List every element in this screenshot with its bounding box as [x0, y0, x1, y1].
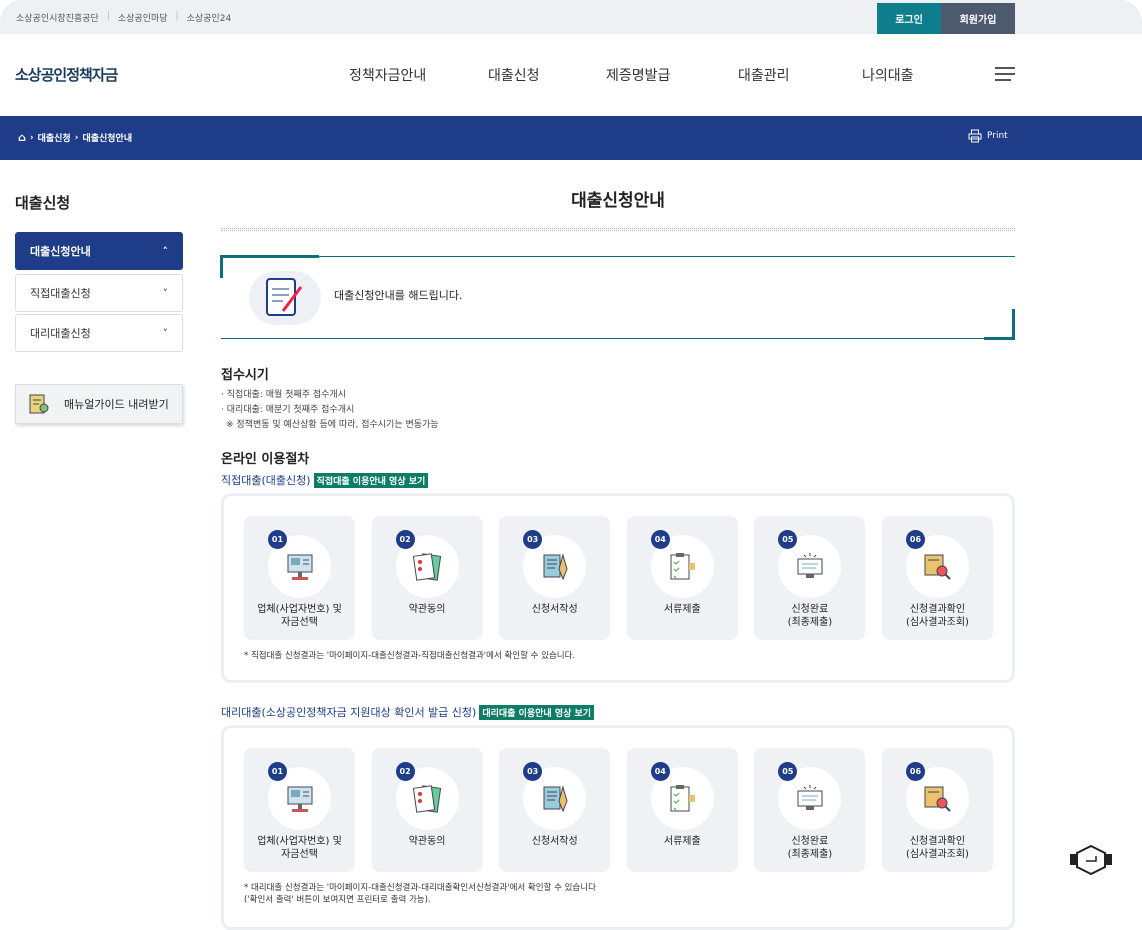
step-number: 01: [268, 530, 287, 549]
join-button[interactable]: 회원가입: [941, 3, 1015, 34]
nav-my-loan[interactable]: 나의대출: [862, 65, 914, 85]
step-label: 업체(사업자번호) 및 자금선택: [257, 604, 342, 628]
direct-steps-box: 01 업체(사업자번호) 및 자금선택 02 약관동의 03 신청서작성 04 서류제출 05 신…: [221, 493, 1015, 683]
link-sbiz24[interactable]: 소상공인24: [187, 11, 232, 24]
step-label: 신청결과확인 (심사결과조회): [905, 836, 969, 860]
step-label: 서류제출: [663, 604, 701, 615]
step-number: 04: [650, 530, 670, 549]
agent-steps-box: 01 업체(사업자번호) 및 자금선택 02 약관동의 03 신청서작성 04 서류제출 05 신…: [221, 725, 1015, 930]
sidebar-item-direct[interactable]: 직접대출신청 ˅: [15, 274, 183, 312]
nav-policy-fund[interactable]: 정책자금안내: [349, 65, 426, 85]
link-madang[interactable]: 소상공인마당: [118, 11, 168, 24]
step-label: 약관동의: [408, 604, 446, 615]
section-title-procedure: 온라인 이용절차: [221, 452, 310, 467]
step-card: 02 약관동의: [371, 516, 483, 640]
step-card: 06 신청결과확인 (심사결과조회): [881, 748, 993, 872]
lab-badge-logo: [1070, 844, 1112, 876]
manual-download-button[interactable]: 매뉴얼가이드 내려받기: [15, 384, 183, 424]
sidebar-title: 대출신청: [15, 194, 71, 212]
nav-loan-manage[interactable]: 대출관리: [738, 65, 790, 85]
chevron-up-icon: ˄: [162, 244, 169, 258]
menu-icon[interactable]: [995, 67, 1015, 81]
step-number: 06: [905, 762, 925, 781]
page-title: 대출신청안내: [571, 191, 665, 211]
chevron-down-icon: ˅: [162, 286, 169, 300]
intro-box: 대출신청안내를 해드립니다.: [220, 255, 1015, 340]
agent-video-button[interactable]: 대리대출 이용안내 영상 보기: [479, 704, 595, 720]
agent-note: * 대리대출 신청결과는 '마이페이지-대출신청결과-대리대출확인서신청결과'에…: [244, 883, 596, 905]
breadcrumb-item[interactable]: 대출신청: [38, 131, 71, 144]
step-label: 신청서작성: [531, 604, 578, 615]
divider: [221, 228, 1015, 231]
step-number: 04: [650, 762, 670, 781]
direct-note: * 직접대출 신청결과는 '마이페이지-대출신청결과-직접대출신청결과'에서 확…: [244, 651, 576, 661]
step-card: 05 신청완료 (최종제출): [754, 516, 866, 640]
period-note: ※ 정책변동 및 예산상황 등에 따라, 접수시기는 변동가능: [226, 420, 439, 430]
document-gear-icon: [29, 394, 49, 414]
link-semas[interactable]: 소상공인시장진흥공단: [16, 11, 99, 24]
nav-loan-apply[interactable]: 대출신청: [488, 65, 540, 85]
breadcrumb-bar: ⌂ › 대출신청 › 대출신청안내 Print: [0, 116, 1142, 160]
step-label: 신청완료 (최종제출): [787, 604, 833, 628]
login-button[interactable]: 로그인: [877, 3, 941, 34]
step-number: 01: [268, 762, 287, 781]
step-number: 02: [395, 762, 415, 781]
document-pen-icon: [249, 271, 321, 325]
home-icon[interactable]: ⌂: [18, 131, 26, 144]
sidebar-item-agent[interactable]: 대리대출신청 ˅: [15, 314, 183, 352]
print-button[interactable]: Print: [968, 129, 1008, 143]
step-card: 05 신청완료 (최종제출): [754, 748, 866, 872]
sidebar-item-guide[interactable]: 대출신청안내 ˄: [15, 232, 183, 270]
period-line: · 대리대출: 매분기 첫째주 접수개시: [221, 405, 355, 415]
step-label: 신청서작성: [531, 836, 578, 847]
intro-text: 대출신청안내를 해드립니다.: [334, 289, 463, 302]
step-card: 03 신청서작성: [499, 748, 611, 872]
step-label: 약관동의: [408, 836, 446, 847]
step-number: 02: [395, 530, 415, 549]
step-number: 06: [905, 530, 925, 549]
chevron-down-icon: ˅: [162, 326, 169, 340]
step-card: 02 약관동의: [371, 748, 483, 872]
step-label: 서류제출: [663, 836, 701, 847]
step-label: 신청완료 (최종제출): [787, 836, 833, 860]
step-card: 04 서류제출: [626, 516, 738, 640]
direct-video-button[interactable]: 직접대출 이용안내 영상 보기: [313, 472, 429, 488]
breadcrumb: ⌂ › 대출신청 › 대출신청안내: [18, 131, 133, 144]
step-card: 06 신청결과확인 (심사결과조회): [881, 516, 993, 640]
period-line: · 직접대출: 매월 첫째주 접수개시: [221, 390, 346, 400]
step-card: 04 서류제출: [626, 748, 738, 872]
step-card: 01 업체(사업자번호) 및 자금선택: [244, 516, 355, 640]
section-title-period: 접수시기: [221, 368, 269, 383]
step-card: 03 신청서작성: [499, 516, 611, 640]
utility-bar: 소상공인시장진흥공단 | 소상공인마당 | 소상공인24 로그인 회원가입: [0, 0, 1142, 34]
agent-loan-heading: 대리대출(소상공인정책자금 지원대상 확인서 발급 신청) 대리대출 이용안내 영…: [221, 704, 595, 720]
breadcrumb-item[interactable]: 대출신청안내: [82, 131, 132, 144]
printer-icon: [968, 129, 982, 143]
nav-certificate[interactable]: 제증명발급: [606, 65, 670, 85]
direct-loan-heading: 직접대출(대출신청) 직접대출 이용안내 영상 보기: [221, 472, 429, 488]
site-logo[interactable]: 소상공인정책자금: [15, 64, 118, 85]
step-label: 업체(사업자번호) 및 자금선택: [257, 836, 342, 860]
step-card: 01 업체(사업자번호) 및 자금선택: [244, 748, 355, 872]
step-label: 신청결과확인 (심사결과조회): [905, 604, 969, 628]
